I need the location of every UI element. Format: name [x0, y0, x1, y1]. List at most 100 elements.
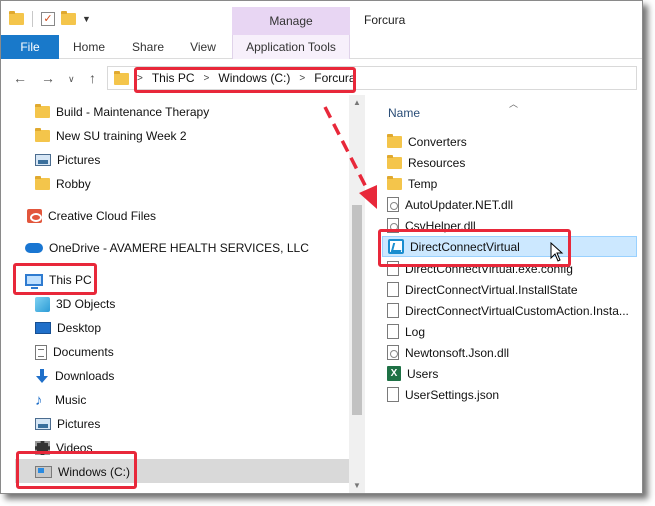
folder-icon [35, 176, 50, 190]
file-name: Temp [408, 176, 438, 191]
file-name: UserSettings.json [405, 387, 500, 402]
drive-icon [35, 466, 52, 478]
window-title: Forcura [364, 13, 406, 27]
nav-item-label: Desktop [57, 321, 102, 335]
address-folder-icon [114, 71, 129, 85]
file-row-newtonsoft[interactable]: Newtonsoft.Json.dll [382, 342, 637, 363]
breadcrumb-separator-icon[interactable]: > [137, 73, 143, 84]
file-row-resources[interactable]: Resources [382, 152, 637, 173]
file-row-directconnectvirtual[interactable]: DirectConnectVirtual [382, 236, 637, 257]
nav-item-new-su-training[interactable]: New SU training Week 2 [35, 125, 187, 147]
file-row-autoupdater[interactable]: AutoUpdater.NET.dll [382, 194, 637, 215]
breadcrumb-windows-c[interactable]: Windows (C:) [218, 71, 290, 85]
nav-item-creative-cloud[interactable]: Creative Cloud Files [27, 205, 156, 227]
file-row-users[interactable]: X Users [382, 363, 637, 384]
dll-icon [387, 218, 399, 233]
file-name: Users [407, 366, 439, 381]
file-name: Log [405, 324, 426, 339]
folder-icon [35, 104, 50, 118]
3d-objects-icon [35, 296, 50, 312]
tab-application-tools[interactable]: Application Tools [232, 35, 350, 59]
file-name: Converters [408, 134, 467, 149]
nav-item-3d-objects[interactable]: 3D Objects [35, 293, 115, 315]
breadcrumb-separator-icon[interactable]: > [204, 73, 210, 84]
file-icon [387, 324, 399, 339]
file-icon [387, 282, 399, 297]
forward-arrow-icon[interactable]: → [41, 70, 55, 86]
breadcrumb: > This PC > Windows (C:) > Forcura [137, 67, 356, 89]
nav-item-pictures[interactable]: Pictures [35, 413, 100, 435]
file-icon [387, 303, 399, 318]
nav-item-onedrive[interactable]: OneDrive - AVAMERE HEALTH SERVICES, LLC [25, 237, 309, 259]
customize-toolbar-chevron-icon[interactable]: ▼ [82, 14, 91, 24]
app-exe-icon [388, 239, 404, 254]
downloads-icon [35, 368, 49, 384]
manage-context-tab[interactable]: Manage [232, 7, 350, 35]
file-name: Newtonsoft.Json.dll [405, 345, 510, 360]
scroll-down-icon[interactable]: ▼ [353, 481, 361, 490]
tab-file[interactable]: File [1, 35, 59, 59]
pictures-icon [35, 418, 51, 430]
nav-item-label: Pictures [57, 153, 101, 167]
title-bar: ✓ ▼ Manage Forcura [1, 1, 642, 35]
tab-view[interactable]: View [189, 35, 217, 59]
file-row-converters[interactable]: Converters [382, 131, 637, 152]
breadcrumb-separator-icon[interactable]: > [299, 73, 305, 84]
file-row-csvhelper[interactable]: CsvHelper.dll [382, 215, 637, 236]
nav-item-pictures-quick[interactable]: Pictures [35, 149, 100, 171]
file-row-temp[interactable]: Temp [382, 173, 637, 194]
nav-item-label: Creative Cloud Files [48, 209, 157, 223]
file-explorer-window: ✓ ▼ Manage Forcura File Home Share View … [0, 0, 643, 494]
column-header-name[interactable]: Name [388, 106, 420, 120]
nav-item-music[interactable]: ♪ Music [35, 389, 86, 411]
up-arrow-icon[interactable]: ↑ [89, 70, 96, 86]
file-row-exe-config[interactable]: DirectConnectVirtual.exe.config [382, 258, 637, 279]
nav-item-label: Build - Maintenance Therapy [56, 105, 210, 119]
file-row-installstate[interactable]: DirectConnectVirtual.InstallState [382, 279, 637, 300]
documents-icon [35, 344, 47, 360]
nav-item-label: Music [55, 393, 87, 407]
breadcrumb-this-pc[interactable]: This PC [152, 71, 195, 85]
nav-item-this-pc[interactable]: This PC [25, 269, 92, 291]
properties-icon[interactable]: ✓ [41, 12, 55, 26]
file-name: DirectConnectVirtual.exe.config [405, 261, 573, 276]
back-arrow-icon[interactable]: ← [13, 70, 27, 86]
nav-item-label: This PC [49, 273, 92, 287]
excel-icon: X [387, 366, 401, 381]
dll-icon [387, 345, 399, 360]
new-folder-icon[interactable] [61, 11, 76, 25]
folder-icon[interactable] [9, 11, 24, 25]
nav-scrollbar-thumb[interactable] [352, 205, 362, 415]
file-icon [387, 261, 399, 276]
pictures-icon [35, 154, 51, 166]
nav-item-documents[interactable]: Documents [35, 341, 114, 363]
onedrive-icon [25, 243, 43, 253]
file-list: ︿ Name Converters Resources Temp AutoUpd… [377, 95, 642, 493]
file-name: Resources [408, 155, 466, 170]
file-row-log[interactable]: Log [382, 321, 637, 342]
breadcrumb-forcura[interactable]: Forcura [314, 71, 355, 85]
nav-item-robby[interactable]: Robby [35, 173, 91, 195]
creative-cloud-icon [27, 209, 42, 223]
file-name: DirectConnectVirtualCustomAction.Insta..… [405, 303, 629, 318]
nav-item-desktop[interactable]: Desktop [35, 317, 101, 339]
nav-item-videos[interactable]: Videos [35, 437, 92, 459]
tab-home[interactable]: Home [73, 35, 105, 59]
sort-ascending-icon: ︿ [509, 99, 519, 109]
tab-share[interactable]: Share [132, 35, 164, 59]
nav-item-build-maintenance-therapy[interactable]: Build - Maintenance Therapy [35, 101, 209, 123]
nav-item-label: OneDrive - AVAMERE HEALTH SERVICES, LLC [49, 241, 309, 255]
nav-item-windows-c[interactable]: Windows (C:) [35, 461, 130, 483]
nav-item-label: Documents [53, 345, 114, 359]
nav-item-downloads[interactable]: Downloads [35, 365, 114, 387]
ribbon-tabs: File Home Share View Application Tools [1, 35, 642, 59]
address-box[interactable]: > This PC > Windows (C:) > Forcura [107, 66, 637, 90]
recent-locations-chevron-icon[interactable]: ∨ [68, 74, 75, 85]
nav-item-label: Pictures [57, 417, 101, 431]
file-icon [387, 387, 399, 402]
nav-item-label: Robby [56, 177, 91, 191]
nav-item-label: Downloads [55, 369, 115, 383]
file-row-customaction[interactable]: DirectConnectVirtualCustomAction.Insta..… [382, 300, 637, 321]
quick-access-toolbar: ✓ ▼ [9, 11, 91, 27]
file-row-usersettings[interactable]: UserSettings.json [382, 384, 637, 405]
